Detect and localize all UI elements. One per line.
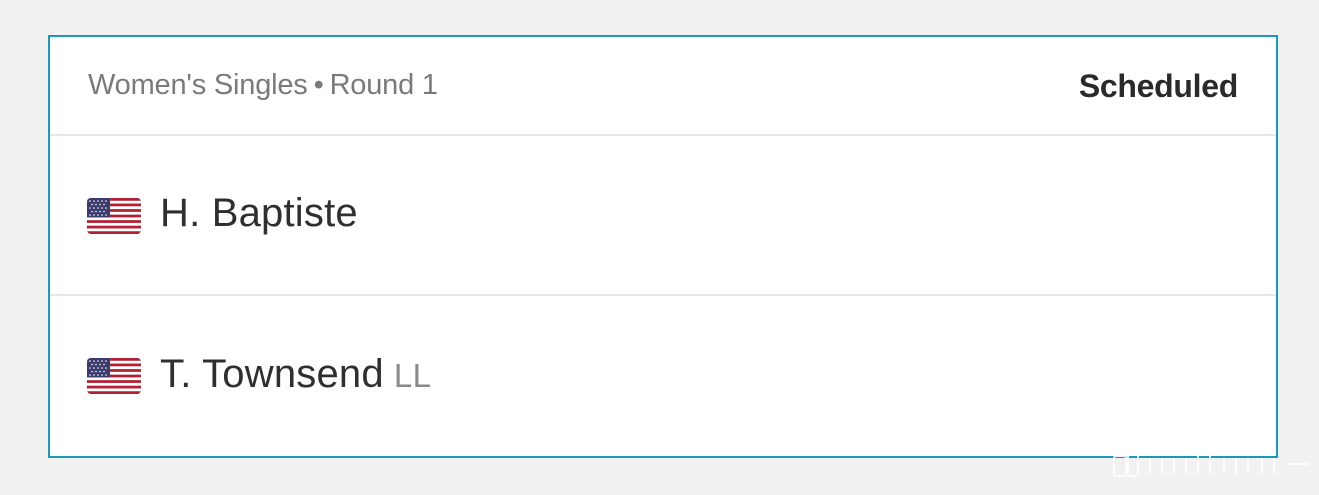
us-flag-icon (87, 198, 141, 234)
player-row[interactable]: T. Townsend LL (50, 296, 1276, 456)
player-row[interactable]: H. Baptiste (50, 136, 1276, 296)
watermark-graphic (1113, 451, 1308, 477)
lucky-loser-tag: LL (393, 357, 432, 394)
match-card-header: Women's Singles • Round 1 Scheduled (50, 37, 1276, 136)
match-info: Women's Singles • Round 1 (88, 69, 438, 102)
match-card[interactable]: Women's Singles • Round 1 Scheduled H. B… (48, 35, 1278, 458)
event-name: Women's Singles (88, 69, 308, 101)
separator: • (313, 69, 324, 101)
us-flag-icon (87, 358, 141, 394)
player-name: H. Baptiste (160, 191, 358, 235)
player-name-container: T. Townsend LL (160, 352, 432, 397)
match-status: Scheduled (1078, 68, 1238, 104)
player-name-container: H. Baptiste (160, 191, 358, 236)
round-label: Round 1 (329, 69, 438, 101)
player-name: T. Townsend (160, 352, 384, 396)
